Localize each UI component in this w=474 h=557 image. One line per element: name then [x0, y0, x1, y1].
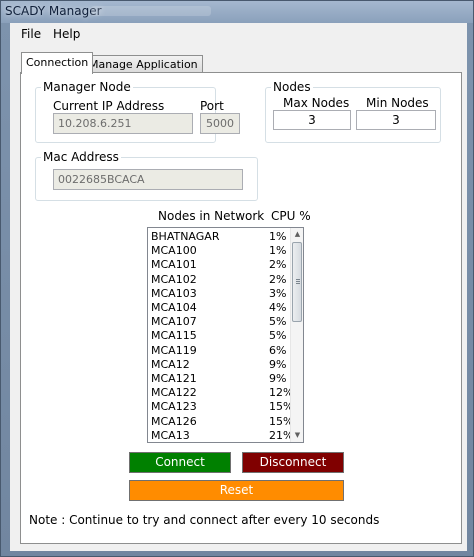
list-item[interactable]: MCA123 15%: [148, 400, 293, 414]
ip-address-field[interactable]: 10.208.6.251: [53, 113, 193, 134]
node-name: MCA13: [151, 428, 190, 442]
cpu-percent-header: CPU %: [271, 209, 311, 223]
app-window: SCADY Manager File Help Connection Manag…: [0, 0, 474, 557]
ip-address-label: Current IP Address: [53, 99, 165, 113]
node-cpu: 3%: [269, 286, 287, 300]
connection-panel: Manager Node Current IP Address 10.208.6…: [20, 72, 462, 544]
list-item[interactable]: MCA100 1%: [148, 244, 288, 258]
mac-address-field[interactable]: 0022685BCACA: [53, 169, 243, 190]
node-cpu: 4%: [269, 301, 287, 314]
list-item[interactable]: BHATNAGAR 1%: [148, 230, 288, 244]
node-name: MCA104: [151, 301, 197, 314]
max-nodes-label: Max Nodes: [283, 96, 350, 110]
list-item[interactable]: MCA12 9%: [148, 358, 288, 372]
min-nodes-input[interactable]: 3: [356, 110, 436, 130]
title-bar-glass: [91, 6, 211, 16]
node-cpu: 2%: [269, 258, 287, 272]
node-name: MCA107: [151, 315, 197, 329]
node-name: MCA122: [151, 386, 197, 400]
list-item[interactable]: MCA103 3%: [148, 287, 288, 301]
disconnect-button[interactable]: Disconnect: [242, 452, 344, 473]
node-cpu: 1%: [269, 244, 287, 258]
nodes-in-network-header: Nodes in Network: [158, 209, 265, 223]
connect-button[interactable]: Connect: [129, 452, 231, 473]
node-name: BHATNAGAR: [151, 230, 220, 243]
node-name: MCA123: [151, 400, 197, 414]
grip-line: [296, 281, 300, 282]
port-label: Port: [200, 99, 224, 113]
list-item[interactable]: MCA104 4%: [148, 301, 288, 315]
node-name: MCA103: [151, 286, 197, 300]
node-name: MCA100: [151, 244, 197, 258]
list-item[interactable]: MCA102 2%: [148, 273, 288, 287]
list-item[interactable]: MCA107 5%: [148, 315, 288, 329]
list-item[interactable]: MCA115 5%: [148, 329, 288, 343]
node-name: MCA12: [151, 357, 190, 371]
node-name: MCA126: [151, 414, 197, 428]
client-area: File Help Connection Manage Application …: [10, 23, 467, 551]
window-title: SCADY Manager: [5, 4, 102, 18]
menu-file[interactable]: File: [21, 27, 41, 41]
reset-button[interactable]: Reset: [129, 480, 344, 501]
list-item[interactable]: MCA121 9%: [148, 372, 288, 386]
nodes-listbox[interactable]: BHATNAGAR 1% MCA100 1% MCA101 2% MCA102 2% MCA10…: [147, 227, 304, 443]
node-name: MCA115: [151, 329, 197, 343]
grip-line: [296, 283, 300, 284]
list-item[interactable]: MCA122 12%: [148, 386, 293, 400]
scroll-thumb[interactable]: [292, 242, 302, 322]
list-item[interactable]: MCA101 2%: [148, 258, 288, 272]
list-scrollbar[interactable]: ▲ ▼: [290, 228, 303, 442]
menu-help[interactable]: Help: [53, 27, 80, 41]
node-cpu: 5%: [269, 315, 287, 329]
node-name: MCA101: [151, 258, 197, 272]
node-name: MCA119: [151, 343, 197, 357]
menu-bar: File Help: [10, 23, 467, 45]
chevron-up-icon[interactable]: ▲: [291, 228, 303, 241]
manager-node-legend: Manager Node: [41, 80, 133, 94]
list-item[interactable]: MCA13 21%: [148, 428, 293, 442]
tab-connection[interactable]: Connection: [21, 52, 94, 74]
node-cpu: 9%: [269, 372, 287, 385]
grip-line: [296, 279, 300, 280]
nodes-legend: Nodes: [271, 80, 313, 94]
node-cpu: 9%: [269, 357, 287, 371]
list-item[interactable]: MCA126 15%: [148, 414, 293, 429]
node-cpu: 6%: [269, 343, 287, 357]
mac-address-legend: Mac Address: [41, 150, 121, 164]
node-cpu: 2%: [269, 272, 287, 286]
port-field[interactable]: 5000: [200, 113, 240, 134]
node-name: MCA121: [151, 372, 197, 385]
min-nodes-label: Min Nodes: [366, 96, 429, 110]
tab-manage-application[interactable]: Manage Application: [84, 55, 203, 72]
node-cpu: 1%: [269, 230, 287, 243]
chevron-down-icon[interactable]: ▼: [291, 429, 303, 442]
node-cpu: 5%: [269, 329, 287, 343]
list-item[interactable]: MCA119 6%: [148, 344, 288, 358]
max-nodes-input[interactable]: 3: [273, 110, 351, 130]
status-note: Note : Continue to try and connect after…: [29, 513, 380, 527]
node-name: MCA102: [151, 272, 197, 286]
title-bar[interactable]: SCADY Manager: [1, 1, 473, 23]
